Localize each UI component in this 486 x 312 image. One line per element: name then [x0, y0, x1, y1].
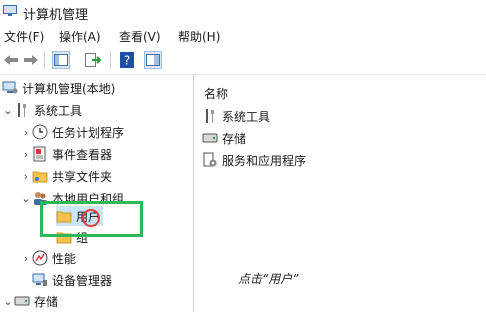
menu-action[interactable]: 操作(A)	[59, 28, 101, 45]
tree-item-label: 性能	[52, 251, 77, 266]
chevron-down-icon[interactable]: ⌄	[2, 104, 14, 117]
help-icon: ?	[120, 52, 134, 68]
list-item[interactable]: 存储	[202, 129, 246, 147]
list-item-label: 服务和应用程序	[222, 153, 307, 168]
tree-item-shared-folders[interactable]: › 共享文件夹	[20, 166, 112, 186]
tutorial-caption: 点击“用户”	[238, 272, 299, 286]
menu-view[interactable]: 查看(V)	[119, 28, 161, 45]
back-arrow-icon	[4, 55, 18, 65]
services-apps-icon	[202, 152, 218, 168]
computer-management-icon	[3, 5, 17, 16]
tree-item-label: 任务计划程序	[52, 125, 125, 140]
tree-item-storage[interactable]: ⌄ 存储	[2, 291, 58, 311]
forward-button[interactable]	[22, 51, 40, 69]
export-list-icon	[85, 53, 101, 67]
help-button[interactable]: ?	[118, 51, 136, 69]
svg-text:?: ?	[124, 54, 130, 68]
click-indicator	[82, 209, 100, 227]
list-item[interactable]: 服务和应用程序	[202, 151, 306, 169]
export-list-button[interactable]	[84, 51, 102, 69]
forward-arrow-icon	[24, 55, 38, 65]
tree-item-label: 系统工具	[34, 103, 83, 118]
list-item-label: 存储	[222, 131, 247, 146]
computer-management-icon	[2, 80, 18, 96]
tree-item-device-manager[interactable]: 设备管理器	[32, 270, 112, 290]
tree-item-root[interactable]: 计算机管理(本地)	[2, 78, 115, 98]
column-header-name[interactable]: 名称	[204, 85, 228, 102]
tree-item-label: 存储	[34, 294, 59, 309]
chevron-right-icon[interactable]: ›	[20, 148, 32, 161]
toolbar-separator	[44, 51, 45, 69]
tree-item-system-tools[interactable]: ⌄ 系统工具	[2, 100, 82, 120]
system-tools-icon	[14, 102, 30, 118]
tree-pane: 计算机管理(本地) ⌄ 系统工具 › 任务计划程序 › 事件查看器 › 共享文件…	[0, 75, 194, 312]
tree-item-label: 计算机管理(本地)	[22, 81, 116, 96]
tree-item-label: 设备管理器	[52, 273, 113, 288]
show-hide-tree-button[interactable]	[52, 51, 70, 69]
menu-bar: 文件(F) 操作(A) 查看(V) 帮助(H)	[0, 24, 486, 46]
window-title: 计算机管理	[23, 8, 89, 23]
show-hide-tree-icon	[54, 54, 68, 66]
list-item[interactable]: 系统工具	[202, 107, 270, 125]
menu-help[interactable]: 帮助(H)	[178, 28, 220, 45]
storage-icon	[202, 130, 218, 146]
back-button[interactable]	[2, 51, 20, 69]
toolbar: ?	[0, 46, 486, 75]
toolbar-separator	[110, 51, 111, 69]
device-manager-icon	[32, 272, 48, 288]
tree-item-performance[interactable]: › 性能	[20, 248, 76, 268]
event-viewer-icon	[32, 146, 48, 162]
storage-icon	[14, 293, 30, 309]
shared-folder-icon	[32, 168, 48, 184]
menu-file[interactable]: 文件(F)	[4, 28, 44, 45]
tree-item-event-viewer[interactable]: › 事件查看器	[20, 144, 112, 164]
chevron-right-icon[interactable]: ›	[20, 170, 32, 183]
tree-item-label: 事件查看器	[52, 147, 113, 162]
title-bar: 计算机管理	[0, 0, 486, 24]
performance-icon	[32, 250, 48, 266]
tree-item-task-scheduler[interactable]: › 任务计划程序	[20, 122, 124, 142]
chevron-down-icon[interactable]: ⌄	[2, 295, 14, 308]
properties-icon	[146, 54, 160, 66]
chevron-down-icon[interactable]: ⌄	[20, 192, 32, 205]
clock-icon	[32, 124, 48, 140]
chevron-right-icon[interactable]: ›	[20, 126, 32, 139]
chevron-right-icon[interactable]: ›	[20, 252, 32, 265]
list-item-label: 系统工具	[222, 109, 271, 124]
tree-item-label: 共享文件夹	[52, 169, 113, 184]
system-tools-icon	[202, 108, 218, 124]
properties-button[interactable]	[144, 51, 162, 69]
